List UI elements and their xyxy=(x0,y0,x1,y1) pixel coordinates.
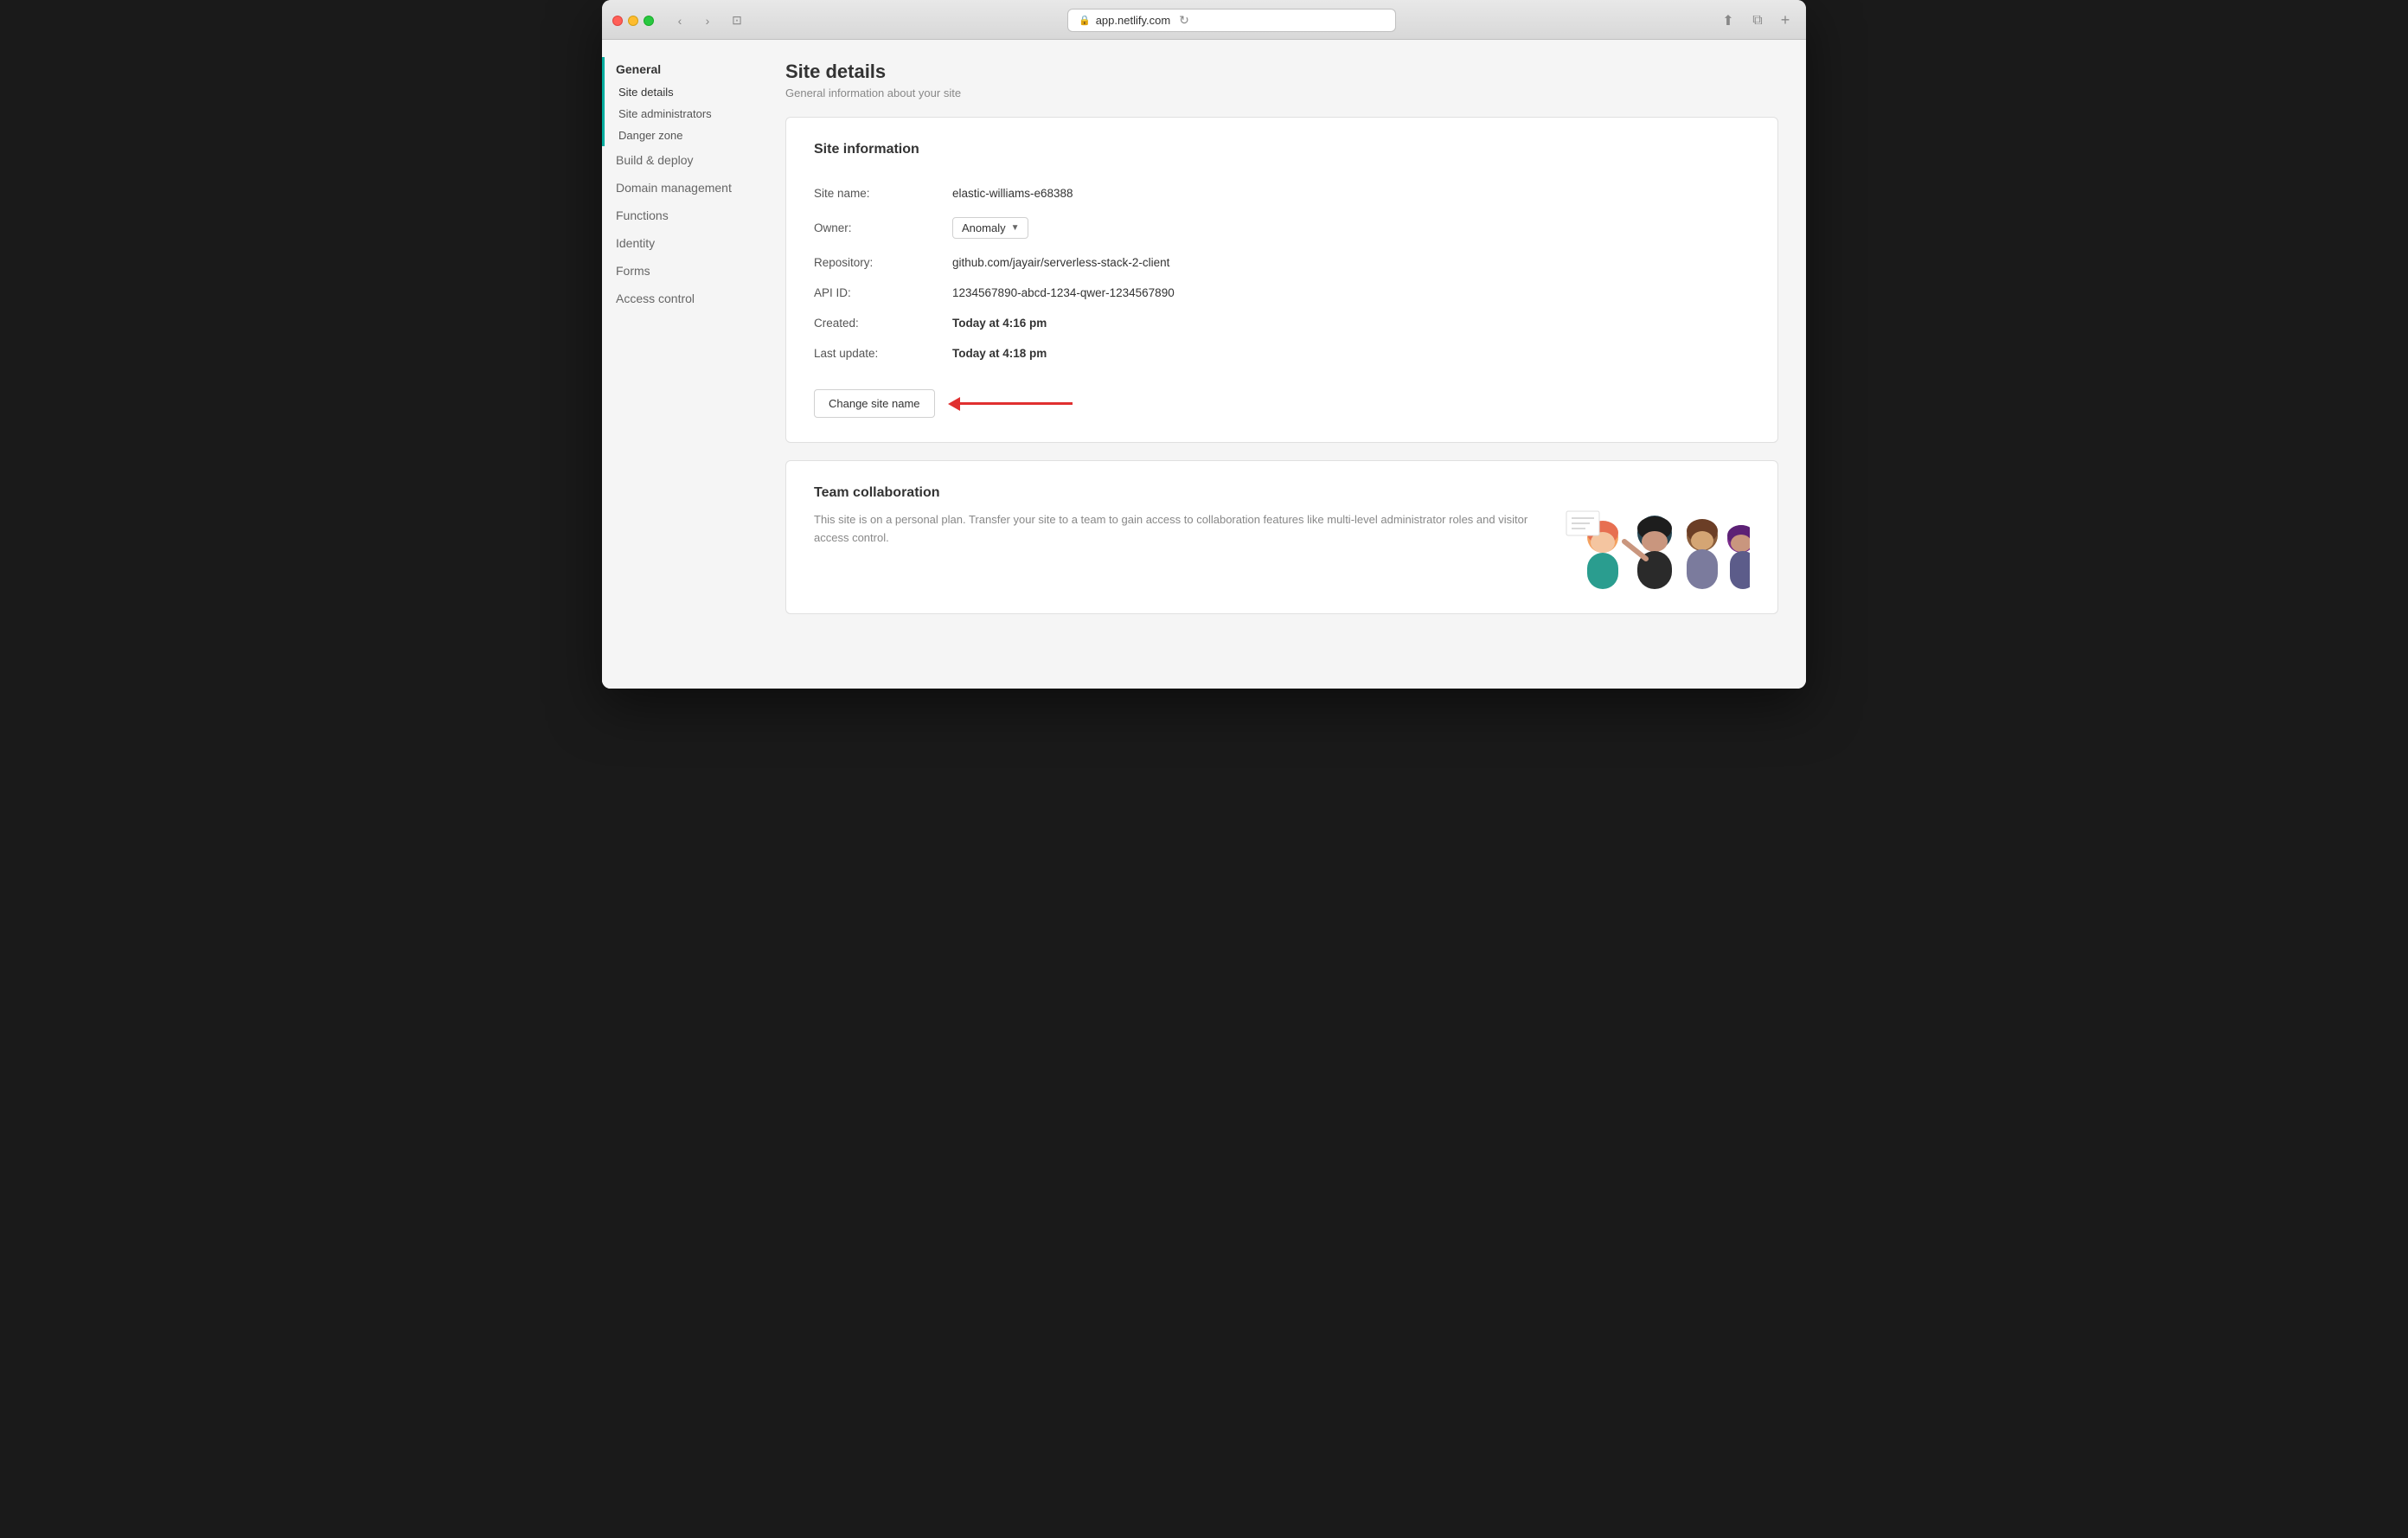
arrow-head-icon xyxy=(948,397,960,411)
sidebar-functions[interactable]: Functions xyxy=(602,202,758,229)
address-bar-container: 🔒 app.netlify.com ↻ xyxy=(754,9,1709,32)
browser-chrome: ‹ › ⊡ 🔒 app.netlify.com ↻ ⬆ ⧉ + xyxy=(602,0,1806,40)
sidebar-general-label[interactable]: General xyxy=(605,57,758,81)
nav-buttons: ‹ › xyxy=(668,12,720,29)
reload-button[interactable]: ↻ xyxy=(1179,13,1189,28)
browser-actions: ⬆ ⧉ + xyxy=(1716,12,1796,29)
repository-value: github.com/jayair/serverless-stack-2-cli… xyxy=(952,256,1169,269)
sidebar-toggle-button[interactable]: ⊡ xyxy=(727,12,747,29)
illustration-svg xyxy=(1559,485,1750,589)
last-update-row: Last update: Today at 4:18 pm xyxy=(814,338,1750,368)
owner-label: Owner: xyxy=(814,221,952,234)
address-bar[interactable]: 🔒 app.netlify.com ↻ xyxy=(1067,9,1396,32)
arrow-annotation xyxy=(949,397,1073,411)
api-id-row: API ID: 1234567890-abcd-1234-qwer-123456… xyxy=(814,278,1750,308)
api-id-value: 1234567890-abcd-1234-qwer-1234567890 xyxy=(952,286,1175,299)
repository-row: Repository: github.com/jayair/serverless… xyxy=(814,247,1750,278)
change-site-name-button[interactable]: Change site name xyxy=(814,389,935,418)
site-info-table: Site name: elastic-williams-e68388 Owner… xyxy=(814,178,1750,368)
last-update-value: Today at 4:18 pm xyxy=(952,347,1047,360)
sidebar-section-general: General Site details Site administrators… xyxy=(602,57,758,146)
sidebar-item-danger-zone[interactable]: Danger zone xyxy=(605,125,758,146)
team-collaboration-card: Team collaboration This site is on a per… xyxy=(785,460,1778,614)
lock-icon: 🔒 xyxy=(1079,15,1091,26)
sidebar-forms[interactable]: Forms xyxy=(602,257,758,285)
sidebar-build-deploy[interactable]: Build & deploy xyxy=(602,146,758,174)
share-button[interactable]: ⬆ xyxy=(1716,12,1740,29)
site-name-value: elastic-williams-e68388 xyxy=(952,187,1073,200)
repository-label: Repository: xyxy=(814,256,952,269)
team-collaboration-text: This site is on a personal plan. Transfe… xyxy=(814,511,1532,548)
chevron-down-icon: ▼ xyxy=(1011,223,1020,233)
sidebar: General Site details Site administrators… xyxy=(602,40,758,689)
back-button[interactable]: ‹ xyxy=(668,12,692,29)
arrow-line xyxy=(960,402,1073,405)
minimize-button[interactable] xyxy=(628,16,638,26)
owner-dropdown[interactable]: Anomaly ▼ xyxy=(952,217,1028,239)
browser-window: ‹ › ⊡ 🔒 app.netlify.com ↻ ⬆ ⧉ + General … xyxy=(602,0,1806,689)
sidebar-identity[interactable]: Identity xyxy=(602,229,758,257)
annotation-row: Change site name xyxy=(814,389,1750,418)
site-name-label: Site name: xyxy=(814,187,952,200)
page-title: Site details xyxy=(785,61,1778,83)
page-layout: General Site details Site administrators… xyxy=(602,40,1806,689)
maximize-button[interactable] xyxy=(644,16,654,26)
main-content: Site details General information about y… xyxy=(758,40,1806,689)
site-information-card: Site information Site name: elastic-will… xyxy=(785,117,1778,443)
site-information-title: Site information xyxy=(814,142,1750,157)
owner-row: Owner: Anomaly ▼ xyxy=(814,208,1750,247)
owner-value: Anomaly xyxy=(962,221,1006,234)
close-button[interactable] xyxy=(612,16,623,26)
forward-button[interactable]: › xyxy=(695,12,720,29)
add-tab-button[interactable]: + xyxy=(1775,12,1796,29)
sidebar-item-site-details[interactable]: Site details xyxy=(605,81,758,103)
sidebar-access-control[interactable]: Access control xyxy=(602,285,758,312)
sidebar-domain-management[interactable]: Domain management xyxy=(602,174,758,202)
created-row: Created: Today at 4:16 pm xyxy=(814,308,1750,338)
team-illustration xyxy=(1559,485,1750,589)
last-update-label: Last update: xyxy=(814,347,952,360)
created-value: Today at 4:16 pm xyxy=(952,317,1047,330)
sidebar-item-site-administrators[interactable]: Site administrators xyxy=(605,103,758,125)
created-label: Created: xyxy=(814,317,952,330)
team-collaboration-title: Team collaboration xyxy=(814,485,1532,501)
url-text: app.netlify.com xyxy=(1096,14,1170,27)
traffic-lights xyxy=(612,16,654,26)
api-id-label: API ID: xyxy=(814,286,952,299)
window-button[interactable]: ⧉ xyxy=(1745,12,1770,29)
team-collab-content: Team collaboration This site is on a per… xyxy=(814,485,1532,548)
page-subtitle: General information about your site xyxy=(785,87,1778,99)
site-name-row: Site name: elastic-williams-e68388 xyxy=(814,178,1750,208)
